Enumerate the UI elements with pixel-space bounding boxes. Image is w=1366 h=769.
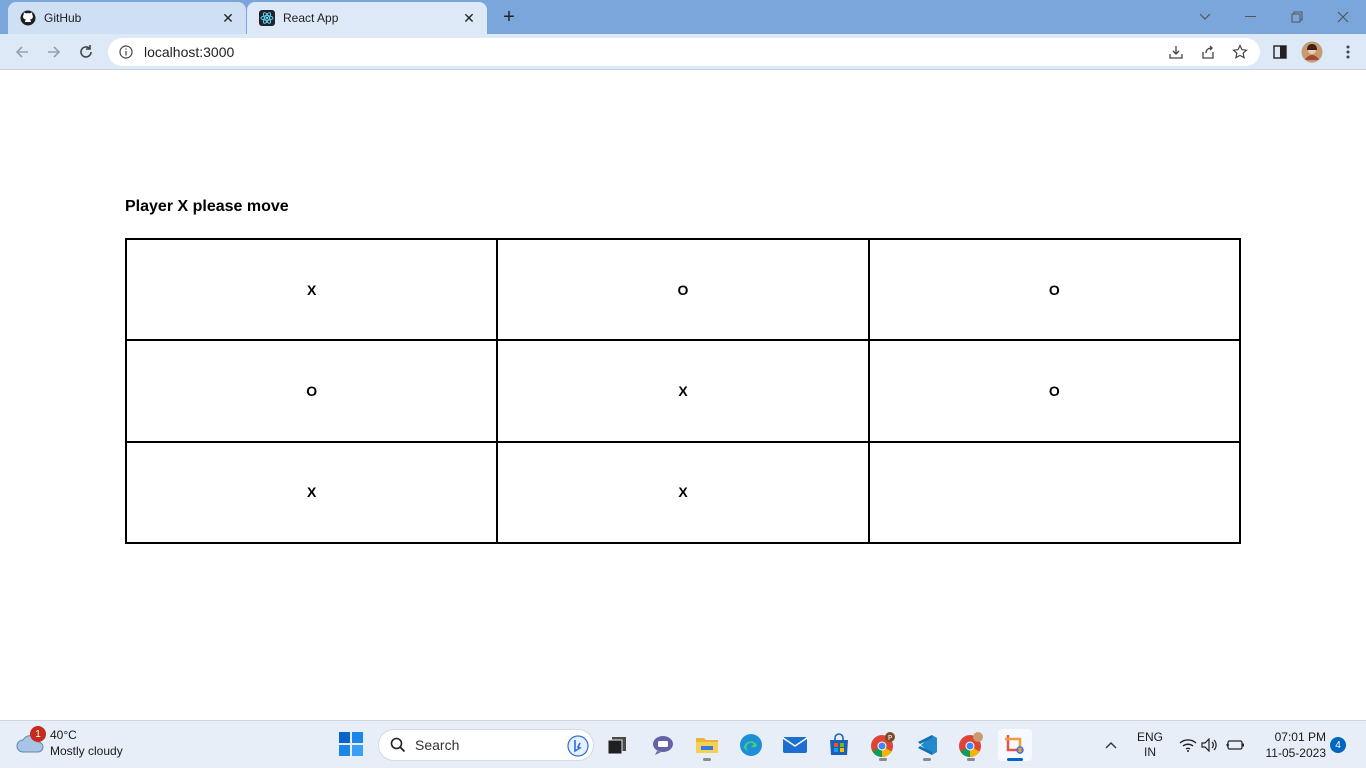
wifi-icon[interactable]: [1178, 721, 1198, 769]
start-button[interactable]: [338, 731, 364, 757]
clock-date: 11-05-2023: [1265, 746, 1327, 760]
weather-temperature: 40°C: [50, 728, 77, 742]
task-view-icon[interactable]: [600, 729, 634, 761]
close-window-button[interactable]: [1320, 0, 1366, 34]
mail-icon[interactable]: [778, 729, 812, 761]
profile-avatar[interactable]: [1300, 40, 1324, 64]
board-cell-8[interactable]: X: [497, 441, 869, 543]
bookmark-star-icon[interactable]: [1228, 40, 1252, 64]
tab-label: React App: [283, 11, 339, 25]
board-cell-9[interactable]: [868, 441, 1240, 543]
board-cell-1[interactable]: X: [126, 239, 498, 341]
github-icon: [20, 10, 36, 26]
battery-icon[interactable]: [1224, 721, 1246, 769]
microsoft-store-icon[interactable]: [822, 729, 856, 761]
back-button[interactable]: [8, 38, 36, 66]
board-cell-7[interactable]: X: [126, 441, 498, 543]
chrome-profile-avatar-icon[interactable]: [954, 729, 988, 761]
vscode-icon[interactable]: [910, 729, 944, 761]
taskbar: 1 40°C Mostly cloudy Search P ENG IN 07:…: [0, 720, 1366, 768]
snipping-tool-icon[interactable]: [998, 729, 1032, 761]
side-panel-icon[interactable]: [1268, 40, 1292, 64]
search-label: Search: [415, 737, 460, 753]
chevron-up-icon[interactable]: [1100, 721, 1122, 769]
reload-button[interactable]: [72, 38, 100, 66]
bing-icon[interactable]: [567, 735, 589, 760]
cloud-icon: 1: [16, 726, 46, 758]
page-content: Player X please move X O O O X O X X: [0, 71, 1366, 720]
board-cell-2[interactable]: O: [497, 239, 869, 341]
chevron-down-icon[interactable]: [1182, 0, 1228, 34]
close-icon[interactable]: ✕: [218, 8, 238, 28]
react-icon: [259, 10, 275, 26]
tab-react-app[interactable]: React App ✕: [247, 2, 487, 34]
weather-badge: 1: [30, 726, 46, 742]
tab-label: GitHub: [44, 11, 82, 25]
restore-button[interactable]: [1274, 0, 1320, 34]
board-cell-4[interactable]: O: [126, 340, 498, 442]
clock-time: 07:01 PM: [1274, 730, 1326, 744]
teams-chat-icon[interactable]: [646, 729, 680, 761]
chrome-profile-p-icon[interactable]: P: [866, 729, 900, 761]
file-explorer-icon[interactable]: [690, 729, 724, 761]
menu-icon[interactable]: [1336, 40, 1360, 64]
board-cell-3[interactable]: O: [868, 239, 1240, 341]
language-code: ENG: [1136, 730, 1163, 744]
svg-text:P: P: [888, 734, 892, 742]
search-icon: [389, 736, 407, 754]
browser-tab-strip: GitHub ✕ React App ✕ +: [0, 0, 1366, 34]
weather-condition: Mostly cloudy: [50, 744, 123, 758]
weather-widget[interactable]: 1 40°C Mostly cloudy: [16, 726, 123, 759]
system-clock[interactable]: 07:01 PM 11-05-2023: [1258, 729, 1327, 761]
board-cell-6[interactable]: O: [868, 340, 1240, 442]
tab-github[interactable]: GitHub ✕: [8, 2, 246, 34]
share-icon[interactable]: [1196, 40, 1220, 64]
browser-toolbar: localhost:3000: [0, 34, 1366, 70]
tic-tac-toe-board: X O O O X O X X: [125, 238, 1241, 544]
game-status: Player X please move: [125, 198, 289, 215]
notification-badge[interactable]: 4: [1330, 737, 1346, 753]
install-app-icon[interactable]: [1164, 40, 1188, 64]
language-indicator[interactable]: ENG IN: [1130, 721, 1170, 769]
info-icon[interactable]: [118, 44, 134, 60]
edge-browser-icon[interactable]: [734, 729, 768, 761]
new-tab-button[interactable]: +: [497, 6, 521, 28]
url-text: localhost:3000: [144, 44, 235, 60]
board-cell-5[interactable]: X: [497, 340, 869, 442]
volume-icon[interactable]: [1200, 721, 1220, 769]
close-icon[interactable]: ✕: [459, 8, 479, 28]
language-region: IN: [1144, 745, 1156, 759]
forward-button[interactable]: [40, 38, 68, 66]
address-bar[interactable]: localhost:3000: [108, 38, 1260, 66]
taskbar-search[interactable]: Search: [378, 729, 594, 761]
minimize-button[interactable]: [1228, 0, 1274, 34]
